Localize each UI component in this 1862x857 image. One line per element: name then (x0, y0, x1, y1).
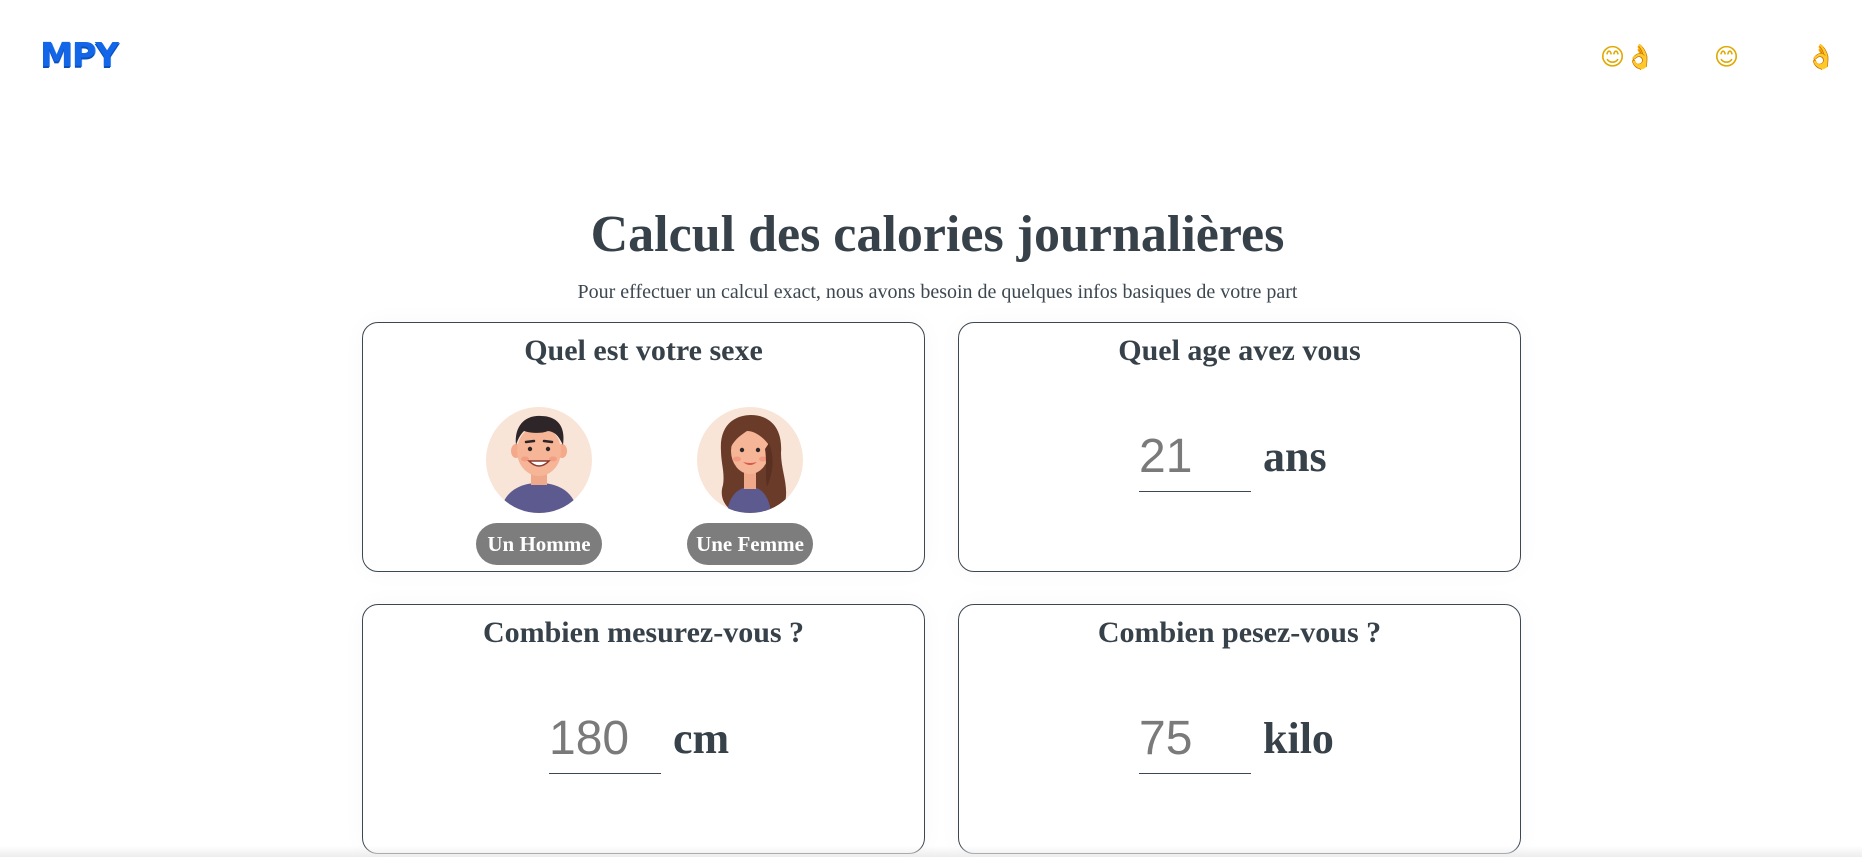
woman-button[interactable]: Une Femme (687, 523, 813, 565)
nav-link-smile-ok[interactable]: 😊👌 (1600, 45, 1655, 69)
sex-question: Quel est votre sexe (524, 334, 763, 367)
weight-card: Combien pesez-vous ? kilo (958, 604, 1521, 854)
gender-option-man[interactable]: Un Homme (476, 407, 602, 565)
age-question: Quel age avez vous (1118, 334, 1361, 367)
weight-input[interactable] (1139, 705, 1251, 774)
site-logo[interactable]: MPY (40, 38, 119, 71)
weight-unit: kilo (1263, 714, 1334, 763)
nav-link-smile[interactable]: 😊 (1714, 45, 1739, 69)
site-header: MPY 😊👌 😊 👌 (0, 0, 1862, 120)
age-card: Quel age avez vous ans (958, 322, 1521, 572)
page-title: Calcul des calories journalières (590, 206, 1285, 263)
height-input[interactable] (549, 705, 661, 774)
nav-link-ok-hand[interactable]: 👌 (1806, 45, 1836, 69)
man-button[interactable]: Un Homme (476, 523, 602, 565)
height-card: Combien mesurez-vous ? cm (362, 604, 925, 854)
weight-question: Combien pesez-vous ? (1097, 616, 1382, 649)
age-input[interactable] (1139, 423, 1251, 492)
height-unit: cm (673, 714, 730, 763)
page-subtitle: Pour effectuer un calcul exact, nous avo… (577, 281, 1298, 303)
age-unit: ans (1263, 432, 1327, 481)
bottom-fade (0, 846, 1862, 857)
sex-card: Quel est votre sexe Un Homme Une Femme (362, 322, 925, 572)
woman-avatar[interactable] (697, 407, 803, 513)
height-question: Combien mesurez-vous ? (482, 616, 805, 649)
man-avatar[interactable] (486, 407, 592, 513)
gender-option-woman[interactable]: Une Femme (687, 407, 813, 565)
